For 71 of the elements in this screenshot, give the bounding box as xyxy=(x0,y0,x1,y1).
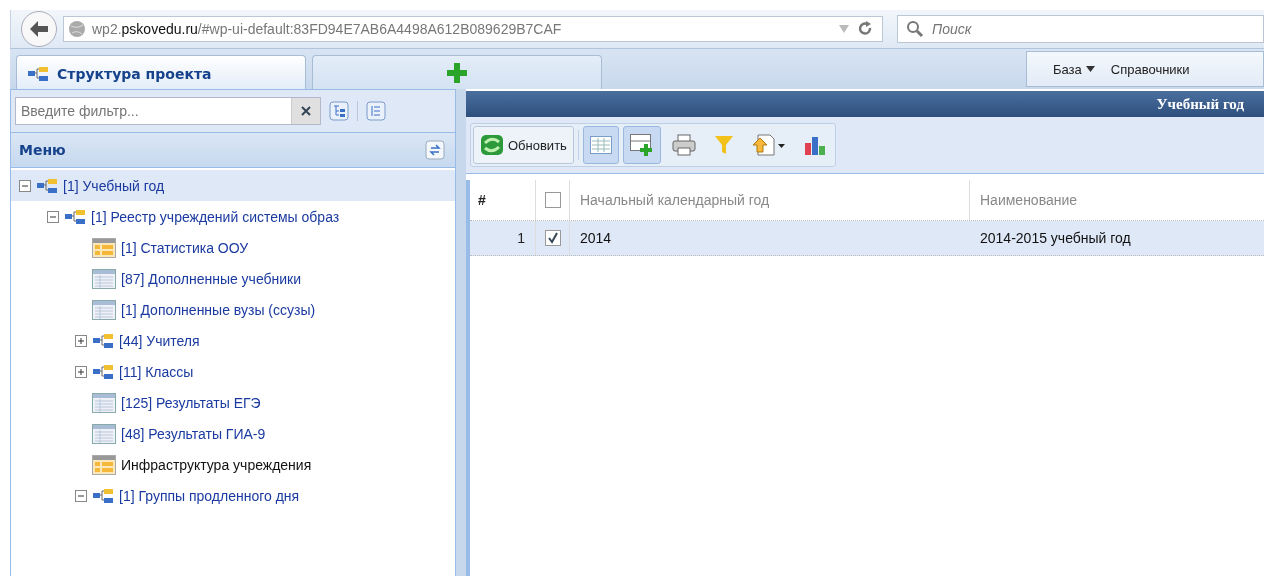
select-all-checkbox[interactable] xyxy=(544,192,561,208)
report-table-icon xyxy=(92,237,116,258)
tree-structure-icon xyxy=(92,332,114,349)
search-field[interactable]: Поиск xyxy=(930,20,1084,38)
tree-item[interactable]: [1] Группы продленного дня xyxy=(11,480,455,511)
collapse-icon[interactable] xyxy=(19,179,31,192)
tree-structure-icon xyxy=(92,487,114,504)
row-checkbox[interactable] xyxy=(544,230,561,246)
column-header[interactable]: # xyxy=(470,180,536,220)
tree-item[interactable]: Инфраструктура учреждения xyxy=(11,449,455,480)
tree-item[interactable]: [125] Результаты ЕГЭ xyxy=(11,387,455,418)
caret-icon xyxy=(1085,66,1095,72)
table-cell-text: 2014-2015 учебный год xyxy=(979,229,1132,248)
table-icon xyxy=(92,423,116,444)
bar-chart-icon xyxy=(803,135,826,155)
tree-structure-icon xyxy=(64,208,86,225)
grid-icon xyxy=(589,136,612,154)
grid-button[interactable] xyxy=(582,126,619,164)
reload-icon[interactable] xyxy=(856,20,874,38)
collapse-icon[interactable] xyxy=(75,489,87,502)
tree-structure-icon xyxy=(27,65,49,82)
expand-icon[interactable] xyxy=(75,334,87,347)
tree-item[interactable]: [1] Реестр учреждений системы образ xyxy=(11,201,455,232)
row-number: 1 xyxy=(470,221,536,255)
print-icon xyxy=(671,134,696,156)
table-icon xyxy=(92,392,116,413)
tab[interactable] xyxy=(312,55,602,89)
back-arrow-icon xyxy=(28,20,50,38)
tree-item[interactable]: [1] Дополненные вузы (ссузы) xyxy=(11,294,455,325)
export-icon xyxy=(751,134,786,156)
table-icon xyxy=(92,299,116,320)
panel-title: Учебный год xyxy=(1156,95,1244,113)
tree-item[interactable]: [1] Учебный год xyxy=(11,170,455,201)
refresh-icon xyxy=(480,134,504,156)
menu-item[interactable]: База xyxy=(1053,61,1095,77)
table-row[interactable]: 1 2014 2014-2015 учебный год xyxy=(470,221,1264,256)
filter-box[interactable]: Введите фильтр... xyxy=(15,97,321,125)
expand-all-icon[interactable] xyxy=(329,101,349,121)
tree-structure-icon xyxy=(92,363,114,380)
address-bar[interactable]: wp2.pskovedu.ru/#wp-ui-default:83FD94E7AB6A4498A612B089629B7CAF xyxy=(63,16,883,42)
tree-item[interactable]: [11] Классы xyxy=(11,356,455,387)
column-header[interactable]: Наименование xyxy=(970,180,1264,220)
search-box[interactable]: Поиск xyxy=(897,15,1264,43)
address-text: wp2.pskovedu.ru/#wp-ui-default:83FD94E7AB6A4498A612B089629B7CAF xyxy=(92,21,562,37)
report-table-icon xyxy=(92,454,116,475)
table-cell-text: 2014 xyxy=(579,229,613,248)
add-row-icon xyxy=(629,134,654,156)
add-button[interactable] xyxy=(622,126,661,164)
tree-structure-icon xyxy=(36,177,58,194)
list-icon[interactable] xyxy=(366,101,386,121)
refresh-button[interactable]: Обновить xyxy=(473,126,574,164)
expand-icon[interactable] xyxy=(75,365,87,378)
dropdown-triangle-icon[interactable] xyxy=(838,24,850,34)
globe-icon xyxy=(68,20,86,38)
tree-item[interactable]: [1] Статистика ООУ xyxy=(11,232,455,263)
sync-icon[interactable] xyxy=(425,140,445,160)
collapse-icon[interactable] xyxy=(47,210,59,223)
tab[interactable]: Структура проекта xyxy=(16,55,306,89)
menu-title: Меню xyxy=(19,142,66,158)
plus-icon xyxy=(446,61,468,84)
search-icon xyxy=(906,20,924,38)
back-button[interactable] xyxy=(21,11,57,47)
tree-item[interactable]: [87] Дополненные учебники xyxy=(11,263,455,294)
column-header[interactable]: Начальный календарный год xyxy=(570,180,970,220)
filter-icon xyxy=(713,134,734,156)
tree-item[interactable]: [48] Результаты ГИА-9 xyxy=(11,418,455,449)
table-icon xyxy=(92,268,116,289)
tree-item[interactable]: [44] Учителя xyxy=(11,325,455,356)
clear-button[interactable] xyxy=(291,98,320,124)
close-icon xyxy=(301,106,311,116)
menu-item[interactable]: Справочники xyxy=(1110,61,1190,77)
